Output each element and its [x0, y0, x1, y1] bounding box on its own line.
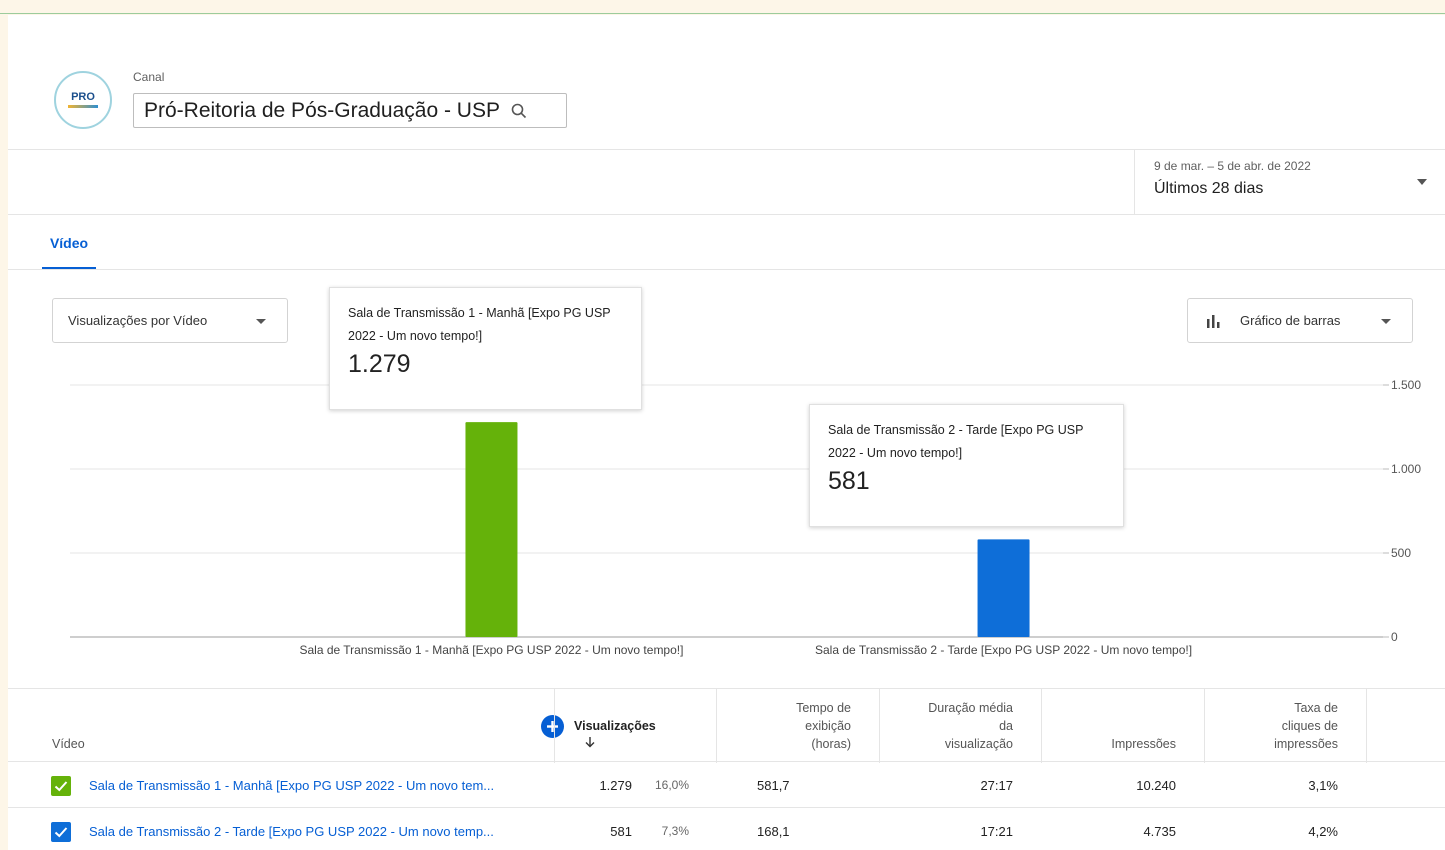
check-icon [54, 781, 68, 792]
y-tick-label: 1.000 [1391, 462, 1421, 476]
avg-duration-value: 17:21 [980, 823, 1013, 839]
column-header-watch-time[interactable]: Tempo de exibição (horas) [716, 689, 879, 763]
column-header-label: impressões [1274, 737, 1338, 751]
column-header-label: Impressões [1111, 737, 1176, 751]
video-table: Vídeo Visualizações Tempo de exibição (h… [8, 688, 1445, 850]
chart-bar [977, 539, 1030, 637]
bar-chart-icon [1207, 315, 1220, 328]
metric-dropdown-label: Visualizações por Vídeo [68, 313, 208, 328]
chart-tooltip: Sala de Transmissão 2 - Tarde [Expo PG U… [809, 404, 1124, 527]
views-value: 1.279 [599, 777, 632, 793]
table-row: Sala de Transmissão 2 - Tarde [Expo PG U… [8, 808, 1445, 850]
watch-time-value: 581,7 [757, 777, 790, 793]
date-period[interactable]: Últimos 28 dias [1154, 180, 1263, 198]
column-header-label: Tempo de [796, 701, 851, 715]
tooltip-title: Sala de Transmissão 2 - Tarde [Expo PG U… [828, 423, 1084, 460]
avatar-logo-bar [68, 105, 98, 108]
column-header-label: Taxa de [1294, 701, 1338, 715]
column-header-label: da [999, 719, 1013, 733]
arrow-down-icon [585, 737, 595, 748]
column-header-label: exibição [805, 719, 851, 733]
tab-divider [8, 269, 1445, 270]
row-checkbox[interactable] [51, 776, 71, 796]
tooltip-title: Sala de Transmissão 1 - Manhã [Expo PG U… [348, 306, 611, 343]
chevron-down-icon[interactable] [1416, 178, 1428, 186]
analytics-panel: PRO Canal Pró-Reitoria de Pós-Graduação … [8, 15, 1445, 850]
chevron-down-icon [1381, 319, 1391, 324]
column-header-impressions[interactable]: Impressões [1041, 689, 1204, 763]
y-tick-label: 500 [1391, 546, 1411, 560]
category-label: Sala de Transmissão 1 - Manhã [Expo PG U… [299, 643, 683, 657]
y-tick-label: 0 [1391, 630, 1398, 644]
chart-type-dropdown[interactable]: Gráfico de barras [1187, 298, 1413, 343]
divider [8, 214, 1445, 215]
table-header: Vídeo Visualizações Tempo de exibição (h… [8, 688, 1445, 763]
column-header-label: Visualizações [574, 719, 656, 733]
column-header-label: Duração média [928, 701, 1013, 715]
channel-name: Pró-Reitoria de Pós-Graduação - USP [144, 98, 500, 122]
views-value: 581 [610, 823, 632, 839]
chevron-down-icon [256, 319, 266, 324]
column-header-label: (horas) [811, 737, 851, 751]
video-title-link[interactable]: Sala de Transmissão 1 - Manhã [Expo PG U… [89, 762, 494, 808]
table-row: Sala de Transmissão 1 - Manhã [Expo PG U… [8, 762, 1445, 808]
metric-dropdown[interactable]: Visualizações por Vídeo [52, 298, 288, 343]
column-header-avg-duration[interactable]: Duração média da visualização [879, 689, 1041, 763]
tooltip-value: 581 [828, 467, 870, 495]
bar-chart: 0 500 1.000 1.500 Sala de Transmissão 1 - Ma… [70, 378, 1421, 657]
channel-avatar: PRO [54, 71, 112, 129]
column-header-ctr[interactable]: Taxa de cliques de impressões [1204, 689, 1366, 763]
impressions-value: 4.735 [1143, 823, 1176, 839]
chart-bar [465, 422, 518, 637]
views-percent: 16,0% [654, 778, 689, 792]
top-strip [0, 0, 1445, 14]
avatar-logo-text: PRO [71, 91, 95, 103]
date-range: 9 de mar. – 5 de abr. de 2022 [1154, 159, 1311, 173]
video-title-link[interactable]: Sala de Transmissão 2 - Tarde [Expo PG U… [89, 808, 494, 850]
ctr-value: 4,2% [1308, 823, 1338, 839]
search-icon[interactable] [510, 102, 528, 120]
channel-label: Canal [133, 70, 165, 84]
channel-selector[interactable]: Pró-Reitoria de Pós-Graduação - USP [133, 93, 567, 128]
tab-video[interactable]: Vídeo [42, 222, 96, 270]
check-icon [54, 827, 68, 838]
column-header-label: visualização [944, 737, 1013, 751]
chart-type-label: Gráfico de barras [1240, 313, 1341, 328]
views-percent: 7,3% [661, 824, 689, 838]
y-tick-label: 1.500 [1391, 378, 1421, 392]
column-header-label: cliques de [1281, 719, 1338, 733]
impressions-value: 10.240 [1136, 777, 1176, 793]
column-header-views[interactable]: Visualizações [554, 689, 716, 763]
ctr-value: 3,1% [1308, 777, 1338, 793]
chart-tooltip: Sala de Transmissão 1 - Manhã [Expo PG U… [329, 287, 642, 410]
row-checkbox[interactable] [51, 822, 71, 842]
avatar-logo: PRO [68, 92, 98, 108]
column-header-spacer [1366, 689, 1445, 763]
column-header-label: Vídeo [52, 737, 85, 751]
tooltip-value: 1.279 [348, 350, 411, 378]
divider [8, 149, 1445, 150]
watch-time-value: 168,1 [757, 823, 790, 839]
column-header-video[interactable]: Vídeo [8, 689, 554, 763]
avg-duration-value: 27:17 [980, 777, 1013, 793]
category-label: Sala de Transmissão 2 - Tarde [Expo PG U… [815, 643, 1192, 657]
date-filter-divider [1134, 149, 1135, 214]
